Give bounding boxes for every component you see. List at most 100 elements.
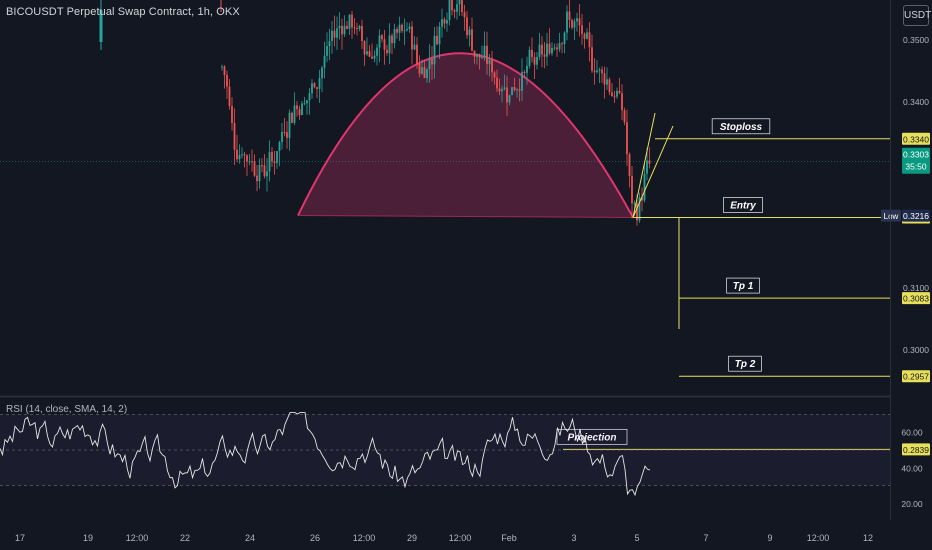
candle [523, 71, 526, 73]
candle [526, 65, 528, 73]
candle [433, 35, 436, 65]
candle [528, 49, 531, 66]
candle [473, 50, 476, 57]
candle [598, 69, 601, 71]
candle [388, 35, 391, 54]
candle [503, 87, 506, 90]
candle [496, 77, 498, 89]
candle [358, 26, 361, 29]
candle [501, 89, 503, 92]
candle [341, 25, 343, 35]
candle [626, 122, 628, 155]
candle [628, 154, 631, 176]
candle [491, 59, 493, 73]
candle [378, 35, 381, 48]
time-tick-label: 12 [863, 533, 873, 543]
candle [286, 132, 288, 138]
candle [648, 160, 651, 164]
candle [288, 112, 291, 138]
candle [521, 71, 523, 91]
candle [381, 35, 383, 40]
candle [301, 103, 303, 116]
candle [356, 28, 358, 30]
candle [456, 4, 458, 12]
candle [631, 175, 633, 204]
candle [413, 44, 416, 50]
rsi-pane: 60.00 40.00 20.00 [0, 412, 923, 509]
candle [373, 55, 376, 59]
time-tick-label: 7 [703, 533, 708, 543]
candle [243, 154, 246, 156]
candle [591, 47, 593, 71]
candle [293, 105, 296, 123]
candle [368, 51, 371, 57]
candle [353, 27, 356, 29]
candle [448, 0, 451, 21]
candle [291, 112, 293, 123]
candle [633, 203, 636, 205]
candle [233, 122, 236, 150]
candle [436, 35, 438, 45]
candle [463, 12, 466, 18]
stoploss-label: Stoploss [720, 122, 763, 133]
time-tick-label: 29 [407, 533, 417, 543]
candle [601, 69, 603, 74]
candle [276, 151, 278, 164]
candle [476, 53, 478, 57]
candle [253, 161, 256, 176]
candle [461, 0, 463, 13]
candle [346, 25, 348, 29]
low-price-value: 0.3216 [903, 211, 929, 221]
candle [573, 21, 576, 28]
candle [536, 56, 538, 65]
candle [611, 92, 613, 97]
time-tick-label: 24 [245, 533, 255, 543]
candle [263, 165, 266, 177]
candle [418, 64, 421, 74]
time-tick-label: 12:00 [449, 533, 472, 543]
currency-button[interactable]: USDT [903, 5, 931, 26]
candle [581, 25, 583, 34]
candle [493, 72, 496, 78]
candle [371, 56, 373, 59]
candle-countdown: 35:50 [905, 162, 927, 172]
candle [623, 110, 626, 123]
candle [646, 160, 648, 174]
price-tick-label: 0.3100 [903, 283, 929, 293]
candle [588, 32, 591, 48]
candle [608, 79, 611, 93]
time-tick-label: Feb [501, 533, 517, 543]
candle [616, 90, 618, 97]
stoploss-price-tag-text: 0.3340 [903, 134, 929, 144]
candle [481, 57, 483, 59]
candle [486, 45, 488, 65]
candle [621, 93, 623, 111]
candle [363, 41, 366, 55]
candle [348, 14, 351, 29]
candle [446, 20, 448, 24]
candle [308, 93, 311, 101]
candle [231, 105, 233, 123]
candle [411, 26, 413, 50]
rsi-title: RSI (14, close, SMA, 14, 2) [6, 404, 128, 415]
candle [236, 149, 238, 160]
candle [283, 131, 286, 133]
candle [386, 49, 388, 54]
candle [506, 87, 508, 103]
candle [336, 28, 338, 38]
candle [361, 26, 363, 42]
candle [366, 51, 368, 55]
candle [543, 54, 546, 57]
candle [578, 18, 581, 26]
chart-stage[interactable]: StoplossEntryTp 1Tp 2Projection 0.33400.… [0, 0, 932, 550]
rsi-tick-label: 60.00 [901, 428, 923, 438]
candle [376, 47, 378, 56]
candle [508, 95, 511, 103]
low-tag-label: Low [884, 212, 899, 221]
candle [303, 103, 306, 105]
candle [566, 11, 568, 33]
time-tick-label: 19 [83, 533, 93, 543]
candle [558, 43, 561, 50]
rsi-tick-label: 20.00 [901, 499, 923, 509]
candle [563, 32, 566, 45]
